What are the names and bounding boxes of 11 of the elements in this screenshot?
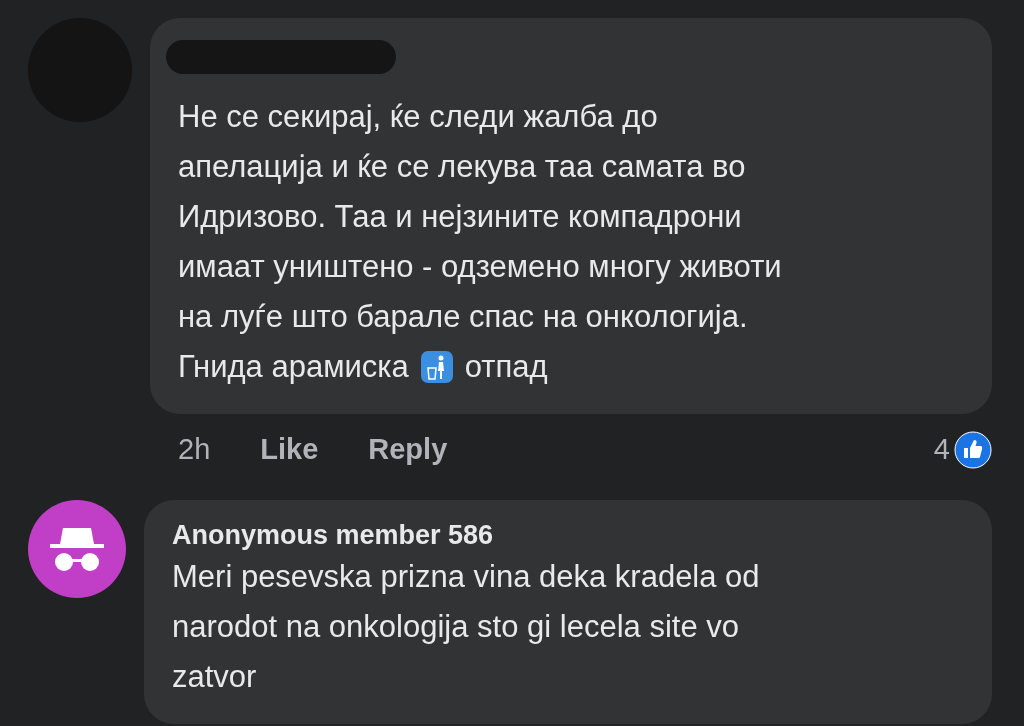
action-link[interactable]: Reply — [368, 428, 448, 472]
reaction-count: 4 — [933, 432, 950, 467]
comment-text: Не се секирај, ќе следи жалба до апелација и ќе се лекува таа самата во Идризово. Таа и нејзините компадрони имаат уништено - одземено многу животи на луѓе што барале спас на онкологија. — [178, 98, 783, 336]
comment-text: Meri pesevska prizna vina deka kradela od narodot na onkologija sto gi lecela site vo zatvor — [172, 557, 761, 696]
timestamp: 2h — [178, 432, 211, 467]
action-link[interactable]: Like — [260, 428, 319, 472]
comment-text: отпад — [464, 348, 548, 386]
trash-bin-icon — [420, 351, 453, 383]
author-name[interactable]: Anonymous member 586 — [172, 517, 964, 552]
comment-text: Гнида арамиска — [178, 348, 409, 386]
thumbs-up-icon — [954, 430, 992, 469]
